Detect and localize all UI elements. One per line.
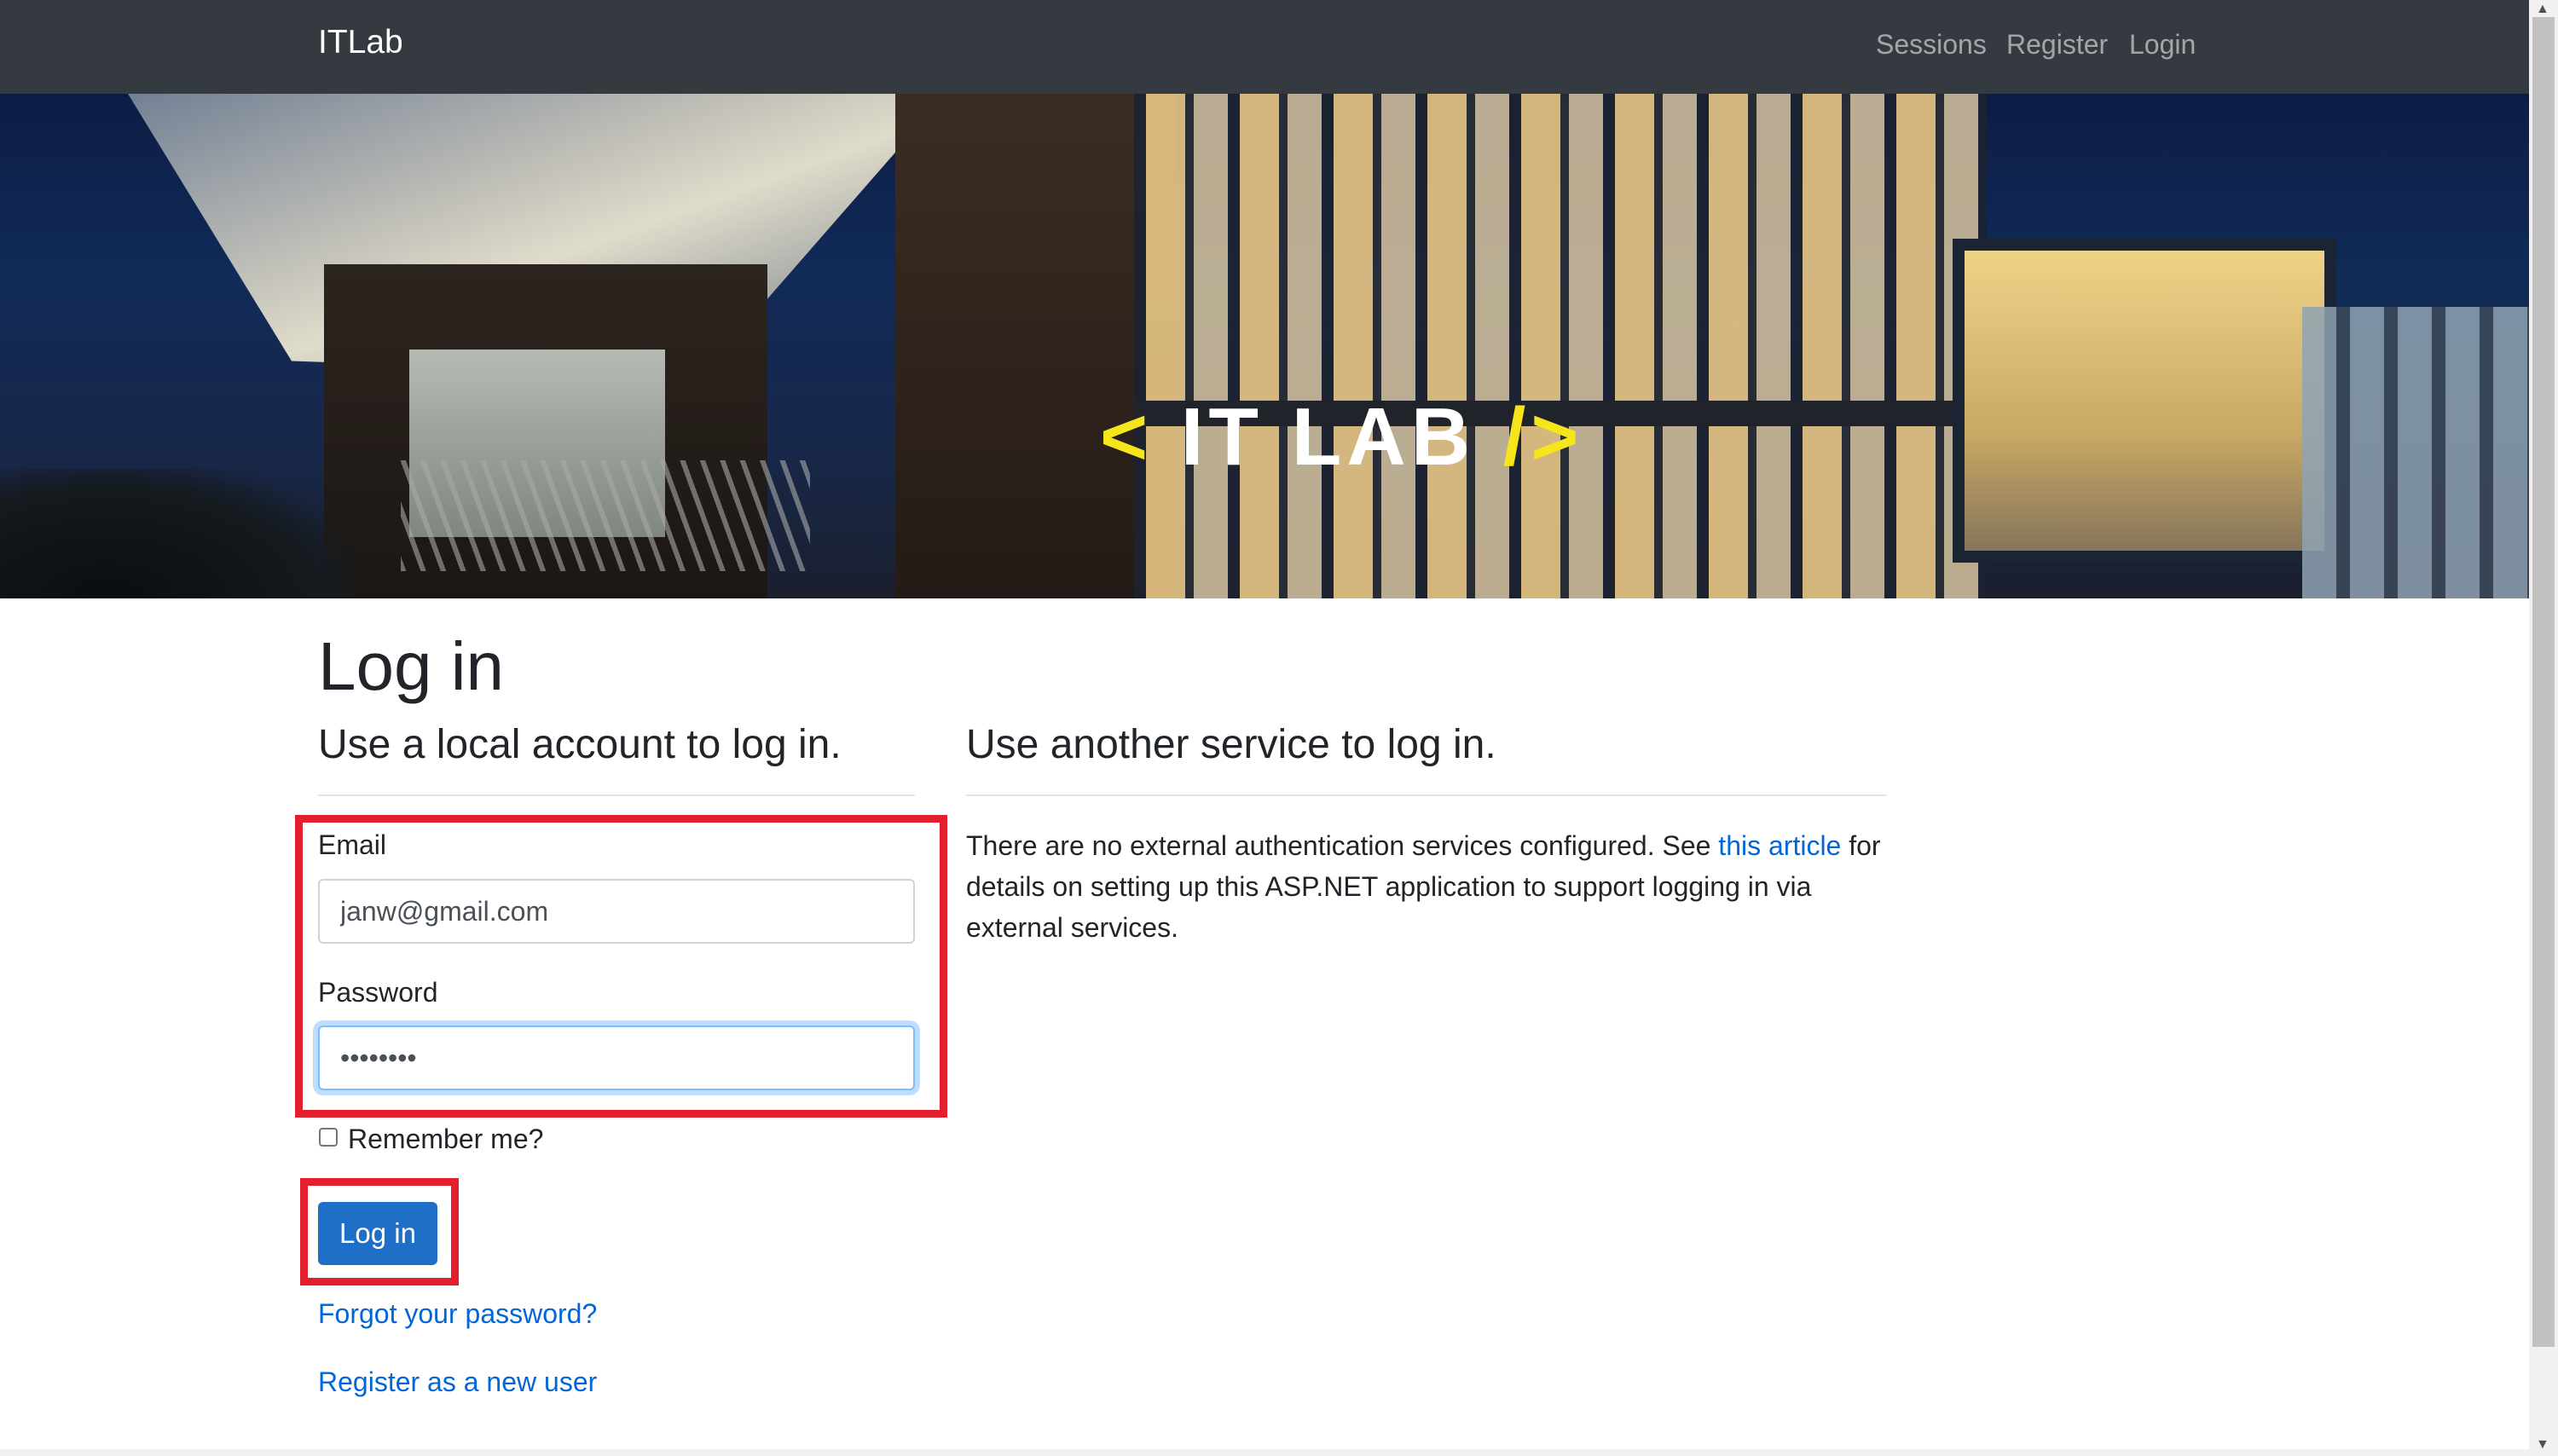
divider bbox=[966, 794, 1887, 796]
trees-silhouette bbox=[0, 469, 358, 598]
nav-register-link[interactable]: Register bbox=[2006, 29, 2108, 61]
forgot-password-link[interactable]: Forgot your password? bbox=[318, 1298, 597, 1330]
scrollbar-thumb[interactable] bbox=[2532, 17, 2555, 1347]
remember-me-label[interactable]: Remember me? bbox=[348, 1124, 543, 1155]
nav-sessions-link[interactable]: Sessions bbox=[1876, 29, 1987, 61]
building-facade bbox=[1134, 94, 1987, 598]
this-article-link[interactable]: this article bbox=[1718, 830, 1841, 861]
scroll-up-arrow-icon[interactable]: ▲ bbox=[2536, 2, 2549, 17]
itlab-logo: < IT LAB /> bbox=[1100, 391, 1584, 482]
building-corner-frame bbox=[1953, 239, 2336, 563]
remember-me-checkbox[interactable] bbox=[319, 1128, 338, 1147]
scroll-down-arrow-icon[interactable]: ▼ bbox=[2536, 1437, 2549, 1453]
nav-login-link[interactable]: Login bbox=[2129, 29, 2196, 61]
credentials-highlight-box bbox=[295, 815, 947, 1118]
hero-banner-image: < IT LAB /> bbox=[0, 94, 2529, 598]
vertical-scrollbar[interactable]: ▲ ▼ bbox=[2529, 0, 2558, 1456]
external-auth-message: There are no external authentication ser… bbox=[966, 830, 1881, 943]
brand-link[interactable]: ITLab bbox=[318, 24, 403, 61]
building-right-wing bbox=[2302, 307, 2529, 598]
local-account-heading: Use a local account to log in. bbox=[318, 722, 842, 767]
page-title: Log in bbox=[318, 628, 504, 704]
external-service-heading: Use another service to log in. bbox=[966, 722, 1496, 767]
divider bbox=[318, 794, 915, 796]
horizontal-scrollbar bbox=[0, 1449, 2529, 1456]
login-button-highlight-box bbox=[300, 1178, 459, 1286]
register-new-user-link[interactable]: Register as a new user bbox=[318, 1366, 597, 1398]
navbar: ITLab Sessions Register Login bbox=[0, 0, 2529, 94]
building-stairs bbox=[401, 460, 810, 571]
